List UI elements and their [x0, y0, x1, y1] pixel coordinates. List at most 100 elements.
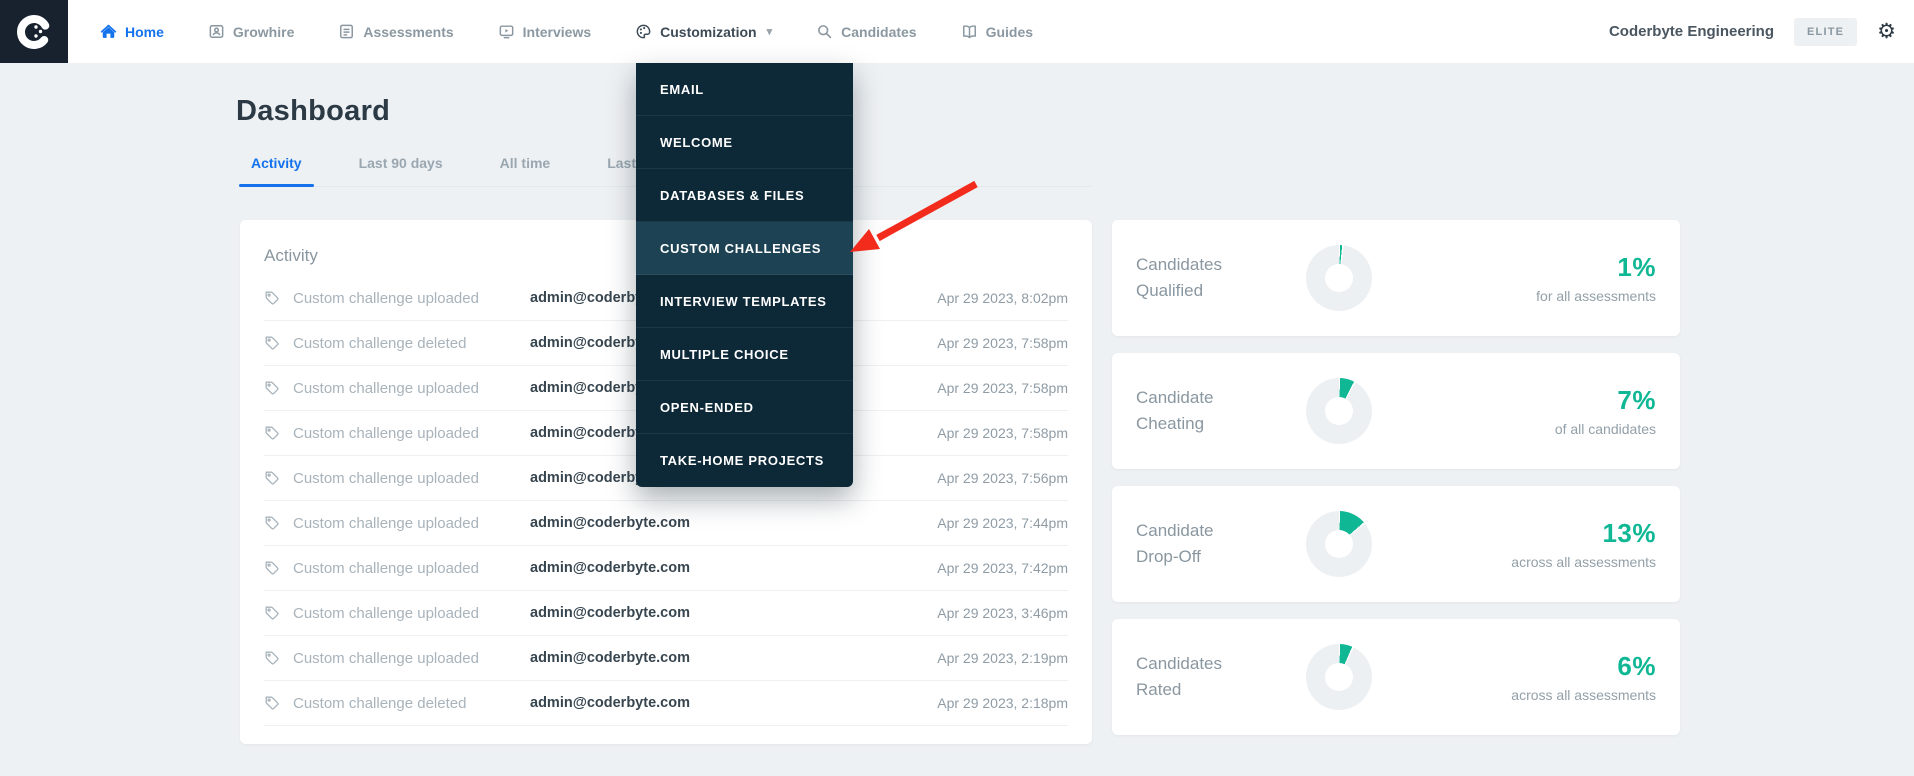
nav-item-label: Guides: [985, 23, 1034, 40]
event-label: Custom challenge deleted: [293, 334, 467, 352]
tag-icon: [264, 425, 280, 441]
table-row: Custom challenge uploaded admin@coderbyte…: [264, 591, 1068, 636]
nav-item-customization[interactable]: Customization ▾: [635, 23, 772, 40]
tag-icon: [264, 515, 280, 531]
stats-column: Candidates Qualified 1% for all assessments…: [1112, 220, 1680, 744]
stat-percent: 1%: [1617, 252, 1656, 282]
candidates-icon: [816, 23, 833, 40]
tag-icon: [264, 650, 280, 666]
tab-activity[interactable]: Activity: [239, 155, 314, 187]
event-user: admin@coderbyte.com: [530, 650, 690, 666]
event-label: Custom challenge uploaded: [293, 604, 479, 622]
donut-chart: [1306, 644, 1372, 710]
tag-icon: [264, 695, 280, 711]
stat-card-candidate-drop-off: Candidate Drop-Off 13% across all assessmen…: [1112, 486, 1680, 602]
event-label: Custom challenge uploaded: [293, 379, 479, 397]
stat-card-candidate-cheating: Candidate Cheating 7% of all candidates: [1112, 353, 1680, 469]
event-label: Custom challenge uploaded: [293, 514, 479, 532]
event-user: admin@coderbyte.com: [530, 560, 690, 576]
stat-percent: 7%: [1617, 385, 1656, 415]
nav-item-guides[interactable]: Guides: [961, 23, 1033, 40]
event-user: admin@coderbyte.com: [530, 515, 690, 531]
event-timestamp: Apr 29 2023, 7:56pm: [937, 470, 1068, 486]
coderbyte-logo[interactable]: [0, 0, 68, 63]
nav-item-growhire[interactable]: Growhire: [208, 23, 294, 40]
event-timestamp: Apr 29 2023, 7:42pm: [937, 560, 1068, 576]
nav-item-label: Growhire: [232, 23, 295, 40]
tag-icon: [264, 470, 280, 486]
stat-card-candidates-qualified: Candidates Qualified 1% for all assessments: [1112, 220, 1680, 336]
tab-last-90-days[interactable]: Last 90 days: [347, 155, 455, 186]
page-title: Dashboard: [236, 95, 391, 127]
stat-label: Candidates Qualified: [1136, 254, 1223, 300]
account-name[interactable]: Coderbyte Engineering: [1609, 23, 1774, 40]
tag-icon: [264, 560, 280, 576]
tag-icon: [264, 335, 280, 351]
stat-caption: across all assessments: [1511, 554, 1656, 570]
stat-card-candidates-rated: Candidates Rated 6% across all assessments: [1112, 619, 1680, 735]
nav-item-assessments[interactable]: Assessments: [338, 23, 454, 40]
nav-item-label: Candidates: [841, 23, 917, 40]
primary-nav: Home Growhire Assessments Interviews Customi…: [100, 23, 1033, 40]
event-timestamp: Apr 29 2023, 7:58pm: [937, 425, 1068, 441]
menu-item-email[interactable]: EMAIL: [636, 63, 853, 116]
stat-percent: 6%: [1617, 651, 1656, 681]
stat-caption: across all assessments: [1511, 687, 1656, 703]
stat-percent: 13%: [1602, 518, 1656, 548]
stat-label: Candidates Rated: [1136, 653, 1223, 699]
nav-item-home[interactable]: Home: [100, 23, 164, 40]
home-icon: [100, 23, 117, 40]
table-row: Custom challenge deleted admin@coderbyte.…: [264, 681, 1068, 726]
event-timestamp: Apr 29 2023, 2:18pm: [937, 695, 1068, 711]
assessments-icon: [338, 23, 355, 40]
stat-label: Candidate Cheating: [1136, 387, 1214, 433]
table-row: Custom challenge uploaded admin@coderbyte…: [264, 636, 1068, 681]
menu-item-open-ended[interactable]: OPEN-ENDED: [636, 381, 853, 434]
plan-badge: ELITE: [1794, 17, 1858, 46]
event-label: Custom challenge uploaded: [293, 289, 479, 307]
menu-item-interview-templates[interactable]: INTERVIEW TEMPLATES: [636, 275, 853, 328]
event-timestamp: Apr 29 2023, 7:58pm: [937, 335, 1068, 351]
nav-item-label: Customization: [660, 23, 757, 40]
event-timestamp: Apr 29 2023, 3:46pm: [937, 605, 1068, 621]
event-timestamp: Apr 29 2023, 7:58pm: [937, 380, 1068, 396]
donut-chart: [1306, 378, 1372, 444]
stat-label: Candidate Drop-Off: [1136, 520, 1214, 566]
tab-all-time[interactable]: All time: [488, 155, 563, 186]
event-timestamp: Apr 29 2023, 8:02pm: [937, 290, 1068, 306]
gear-icon[interactable]: ⚙: [1877, 21, 1896, 42]
event-label: Custom challenge uploaded: [293, 559, 479, 577]
stat-caption: of all candidates: [1554, 421, 1656, 437]
nav-item-label: Assessments: [363, 23, 454, 40]
donut-chart: [1306, 511, 1372, 577]
nav-item-candidates[interactable]: Candidates: [816, 23, 917, 40]
nav-item-label: Interviews: [522, 23, 592, 40]
stat-caption: for all assessments: [1536, 288, 1656, 304]
menu-item-take-home-projects[interactable]: TAKE-HOME PROJECTS: [636, 434, 853, 487]
event-label: Custom challenge uploaded: [293, 469, 479, 487]
tag-icon: [264, 290, 280, 306]
event-user: admin@coderbyte.com: [530, 605, 690, 621]
menu-item-databases-files[interactable]: DATABASES & FILES: [636, 169, 853, 222]
event-label: Custom challenge uploaded: [293, 424, 479, 442]
guides-icon: [961, 23, 978, 40]
menu-item-multiple-choice[interactable]: MULTIPLE CHOICE: [636, 328, 853, 381]
main-content: Activity Custom challenge uploaded admin@…: [240, 220, 1914, 744]
customization-dropdown-menu: EMAIL WELCOME DATABASES & FILES CUSTOM CHAL…: [636, 63, 853, 487]
caret-down-icon: ▾: [766, 26, 773, 38]
nav-right-cluster: Coderbyte Engineering ELITE ⚙: [1609, 17, 1914, 46]
event-timestamp: Apr 29 2023, 7:44pm: [937, 515, 1068, 531]
nav-item-interviews[interactable]: Interviews: [498, 23, 591, 40]
tag-icon: [264, 380, 280, 396]
nav-item-label: Home: [125, 23, 164, 40]
table-row: Custom challenge uploaded admin@coderbyte…: [264, 546, 1068, 591]
customization-icon: [635, 23, 652, 40]
menu-item-custom-challenges[interactable]: CUSTOM CHALLENGES: [636, 222, 853, 275]
donut-chart: [1306, 245, 1372, 311]
interviews-icon: [498, 23, 515, 40]
menu-item-welcome[interactable]: WELCOME: [636, 116, 853, 169]
event-timestamp: Apr 29 2023, 2:19pm: [937, 650, 1068, 666]
top-navigation-bar: Home Growhire Assessments Interviews Customi…: [0, 0, 1914, 63]
event-user: admin@coderbyte.com: [530, 695, 690, 711]
table-row: Custom challenge uploaded admin@coderbyte…: [264, 501, 1068, 546]
